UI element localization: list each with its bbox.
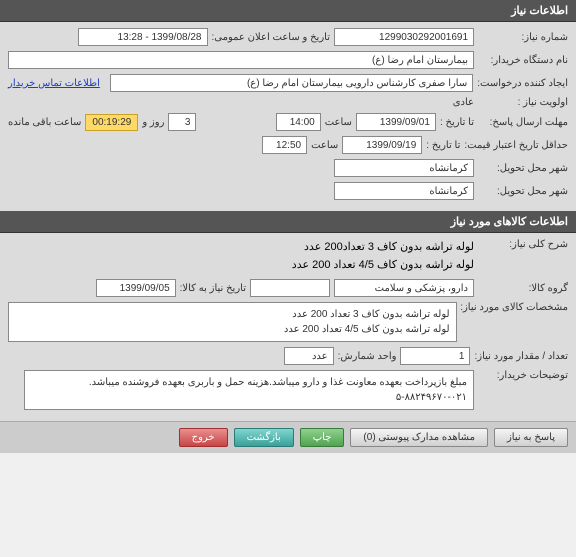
- validity-time-field[interactable]: [262, 136, 307, 154]
- group-extra-field[interactable]: [250, 279, 330, 297]
- section-header-info: اطلاعات نیاز: [0, 0, 576, 22]
- info-form: شماره نیاز: تاریخ و ساعت اعلان عمومی: نا…: [0, 22, 576, 211]
- validity-date-field[interactable]: [342, 136, 422, 154]
- spec-textarea[interactable]: لوله تراشه بدون کاف 3 تعداد 200 عدد لوله…: [8, 302, 457, 342]
- deadline-date-field[interactable]: [356, 113, 436, 131]
- delivery-city-label: شهر محل تحویل:: [478, 163, 568, 174]
- back-button[interactable]: بازگشت: [234, 428, 294, 447]
- print-button[interactable]: چاپ: [300, 428, 345, 447]
- buyer-notes-textarea[interactable]: مبلغ بازپرداخت بعهده معاونت غذا و دارو م…: [24, 370, 474, 410]
- unit-label: واحد شمارش:: [338, 351, 397, 362]
- qty-field[interactable]: [400, 347, 470, 365]
- spec-line2: لوله تراشه بدون کاف 4/5 تعداد 200 عدد: [15, 322, 450, 337]
- remain-label: ساعت باقی مانده: [8, 117, 81, 128]
- section-header-goods: اطلاعات کالاهای مورد نیاز: [0, 211, 576, 233]
- buyer-org-label: نام دستگاه خریدار:: [478, 55, 568, 66]
- group-field[interactable]: [334, 279, 474, 297]
- announce-label: تاریخ و ساعت اعلان عمومی:: [212, 32, 331, 43]
- need-number-field[interactable]: [334, 28, 474, 46]
- delivery-city2-label: شهر محل تحویل:: [478, 186, 568, 197]
- desc-value: لوله تراشه بدون کاف 3 تعداد200 عدد لوله …: [292, 239, 474, 274]
- group-label: گروه کالا:: [478, 283, 568, 294]
- buyer-org-field[interactable]: [8, 51, 474, 69]
- creator-field[interactable]: [110, 74, 473, 92]
- qty-label: تعداد / مقدار مورد نیاز:: [474, 351, 568, 362]
- button-bar: پاسخ به نیاز مشاهده مدارک پیوستی (0) چاپ…: [0, 421, 576, 453]
- delivery-city2-field[interactable]: [334, 182, 474, 200]
- need-to-date-field[interactable]: [96, 279, 176, 297]
- time-label-1: ساعت: [325, 117, 352, 128]
- to-date-label: تا تاریخ :: [440, 117, 474, 128]
- exit-button[interactable]: خروج: [179, 428, 228, 447]
- validity-to-label: تا تاریخ :: [426, 140, 460, 151]
- time-label-2: ساعت: [311, 140, 338, 151]
- days-field[interactable]: [168, 113, 196, 131]
- deadline-time-field[interactable]: [276, 113, 321, 131]
- respond-button[interactable]: پاسخ به نیاز: [494, 428, 568, 447]
- spec-label: مشخصات کالای مورد نیاز:: [461, 302, 568, 313]
- creator-label: ایجاد کننده درخواست:: [477, 78, 568, 89]
- days-label: روز و: [142, 117, 164, 128]
- spec-line1: لوله تراشه بدون کاف 3 تعداد 200 عدد: [15, 307, 450, 322]
- priority-value: عادی: [453, 97, 474, 108]
- priority-label: اولویت نیاز :: [478, 97, 568, 108]
- desc-line2: لوله تراشه بدون کاف 4/5 تعداد 200 عدد: [292, 257, 474, 275]
- countdown-timer: 00:19:29: [85, 114, 138, 131]
- desc-line1: لوله تراشه بدون کاف 3 تعداد200 عدد: [292, 239, 474, 257]
- buyer-notes-label: توضیحات خریدار:: [478, 370, 568, 381]
- validity-label: حداقل تاریخ اعتبار قیمت:: [464, 140, 568, 151]
- attachments-button[interactable]: مشاهده مدارک پیوستی (0): [350, 428, 488, 447]
- delivery-city-field[interactable]: [334, 159, 474, 177]
- need-to-date-label: تاریخ نیاز به کالا:: [180, 283, 246, 294]
- announce-field[interactable]: [78, 28, 208, 46]
- desc-label: شرح کلی نیاز:: [478, 239, 568, 250]
- need-number-label: شماره نیاز:: [478, 32, 568, 43]
- deadline-label: مهلت ارسال پاسخ:: [478, 117, 568, 128]
- goods-form: شرح کلی نیاز: لوله تراشه بدون کاف 3 تعدا…: [0, 233, 576, 421]
- contact-link[interactable]: اطلاعات تماس خریدار: [8, 78, 100, 89]
- unit-field[interactable]: [284, 347, 334, 365]
